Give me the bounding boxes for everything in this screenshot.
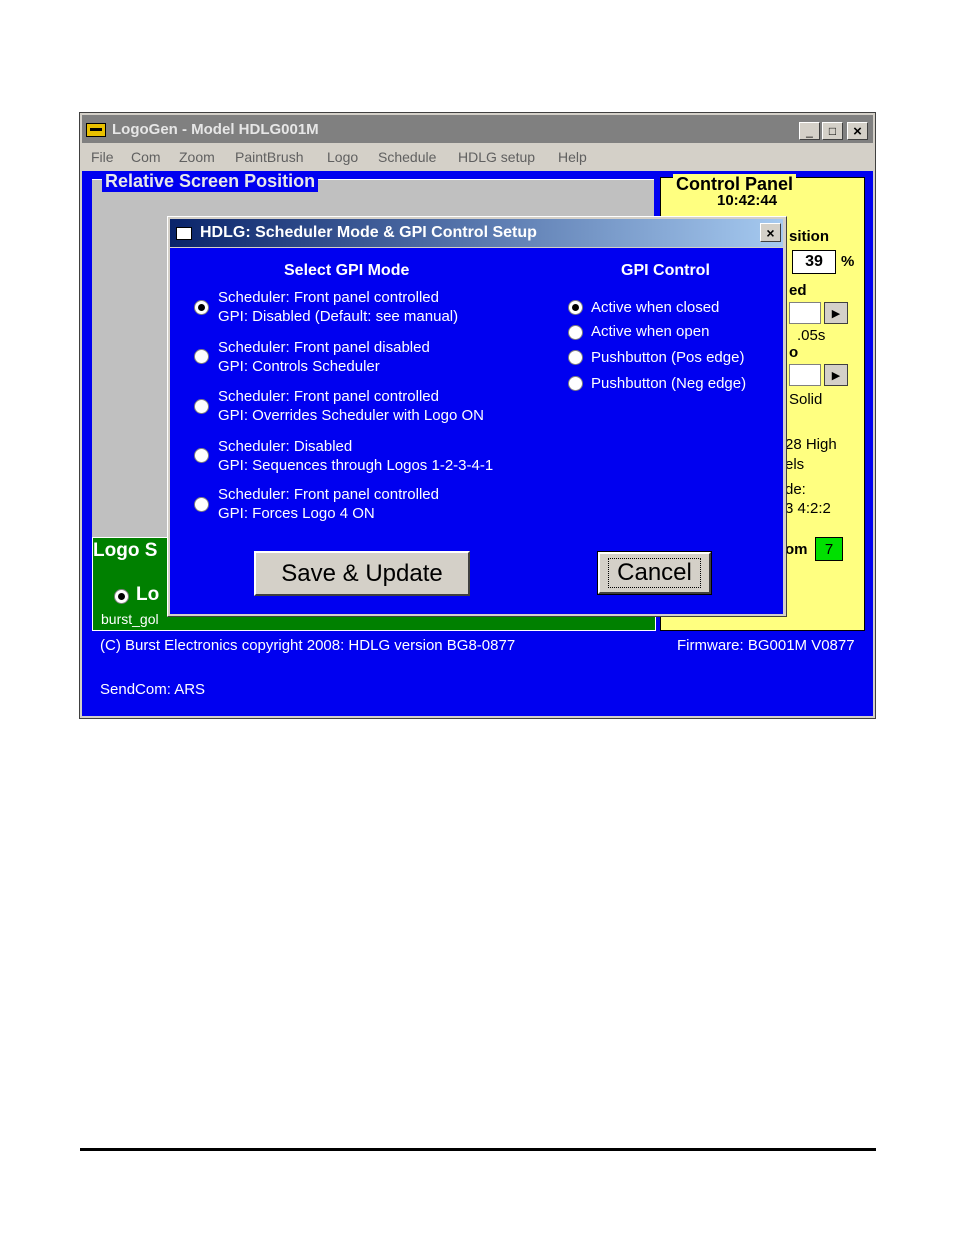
om-label: om	[785, 541, 808, 558]
firmware-text: Firmware: BG001M V0877	[677, 637, 855, 654]
position-input[interactable]: 39	[792, 250, 836, 274]
logo-radio[interactable]	[114, 589, 129, 604]
position-unit: %	[841, 253, 855, 270]
menu-file[interactable]: File	[91, 149, 114, 165]
menu-com[interactable]: Com	[131, 149, 161, 165]
speed-right-arrow-icon[interactable]: ▶	[824, 302, 848, 324]
menu-zoom[interactable]: Zoom	[179, 149, 215, 165]
opacity-slider[interactable]	[789, 364, 821, 386]
gpi-mode-radio-1[interactable]	[194, 300, 209, 315]
gpi-control-radio-1[interactable]	[568, 300, 583, 315]
gpi-control-label-4[interactable]: Pushbutton (Neg edge)	[591, 374, 746, 393]
gpi-mode-label-2[interactable]: Scheduler: Front panel disabled GPI: Con…	[218, 338, 430, 376]
copyright-text: (C) Burst Electronics copyright 2008: HD…	[100, 637, 516, 654]
speed-value: .05s	[797, 327, 826, 344]
page-rule	[80, 1148, 876, 1151]
speed-label: ed	[789, 282, 807, 299]
cancel-button[interactable]: Cancel	[597, 551, 712, 595]
menu-logo[interactable]: Logo	[327, 149, 358, 165]
menu-help[interactable]: Help	[558, 149, 587, 165]
gpi-control-label-3[interactable]: Pushbutton (Pos edge)	[591, 348, 744, 367]
gpi-mode-radio-2[interactable]	[194, 349, 209, 364]
menu-bar: File Com Zoom PaintBrush Logo Schedule H…	[82, 144, 873, 170]
save-update-button[interactable]: Save & Update	[254, 551, 470, 596]
mode-value: 3 4:2:2	[785, 500, 831, 517]
relative-screen-position-title: Relative Screen Position	[102, 171, 319, 192]
gpi-mode-label-1[interactable]: Scheduler: Front panel controlled GPI: D…	[218, 288, 458, 326]
gpi-control-radio-3[interactable]	[568, 350, 583, 365]
solid-label: Solid	[789, 391, 823, 408]
window-title: LogoGen - Model HDLG001M	[112, 121, 319, 138]
dialog-body: Select GPI Mode GPI Control Scheduler: F…	[170, 248, 783, 614]
gpi-control-radio-2[interactable]	[568, 325, 583, 340]
minimize-button[interactable]: _	[799, 122, 820, 140]
cancel-button-label: Cancel	[608, 558, 701, 588]
gpi-mode-heading: Select GPI Mode	[284, 262, 410, 279]
dialog-window-icon	[176, 227, 192, 240]
dialog-title: HDLG: Scheduler Mode & GPI Control Setup	[200, 224, 537, 241]
gpi-control-radio-4[interactable]	[568, 376, 583, 391]
dialog-close-button[interactable]: ×	[760, 223, 781, 242]
pixels-label: els	[785, 456, 805, 473]
app-icon	[86, 123, 106, 137]
dialog-title-bar[interactable]: HDLG: Scheduler Mode & GPI Control Setup…	[170, 219, 783, 247]
gpi-mode-label-3[interactable]: Scheduler: Front panel controlled GPI: O…	[218, 387, 484, 425]
gpi-mode-radio-4[interactable]	[194, 448, 209, 463]
gpi-mode-radio-5[interactable]	[194, 497, 209, 512]
mode-label: de:	[785, 481, 806, 498]
menu-hdlg-setup[interactable]: HDLG setup	[458, 149, 535, 165]
gpi-control-heading: GPI Control	[621, 262, 710, 279]
close-button[interactable]: ×	[847, 122, 868, 140]
menu-schedule[interactable]: Schedule	[378, 149, 436, 165]
om-value-box: 7	[815, 537, 843, 561]
menu-paintbrush[interactable]: PaintBrush	[235, 149, 303, 165]
title-bar[interactable]: LogoGen - Model HDLG001M _ □ ×	[82, 115, 873, 143]
gpi-mode-label-5[interactable]: Scheduler: Front panel controlled GPI: F…	[218, 485, 439, 523]
clock-time: 10:42:44	[717, 192, 778, 209]
gpi-mode-label-4[interactable]: Scheduler: Disabled GPI: Sequences throu…	[218, 437, 493, 475]
speed-slider[interactable]	[789, 302, 821, 324]
logo-radio-label: Lo	[136, 584, 160, 605]
maximize-button[interactable]: □	[822, 122, 843, 140]
high-label: 28 High	[785, 436, 837, 453]
logo-select-title: Logo S	[93, 540, 158, 561]
logo-filename: burst_gol	[101, 611, 159, 627]
o-label: o	[789, 344, 799, 361]
scheduler-setup-dialog: HDLG: Scheduler Mode & GPI Control Setup…	[167, 216, 787, 617]
opacity-right-arrow-icon[interactable]: ▶	[824, 364, 848, 386]
gpi-mode-radio-3[interactable]	[194, 399, 209, 414]
position-label: sition	[789, 228, 829, 245]
gpi-control-label-1[interactable]: Active when closed	[591, 298, 719, 317]
gpi-control-label-2[interactable]: Active when open	[591, 322, 709, 341]
sendcom-text: SendCom: ARS	[100, 681, 206, 698]
